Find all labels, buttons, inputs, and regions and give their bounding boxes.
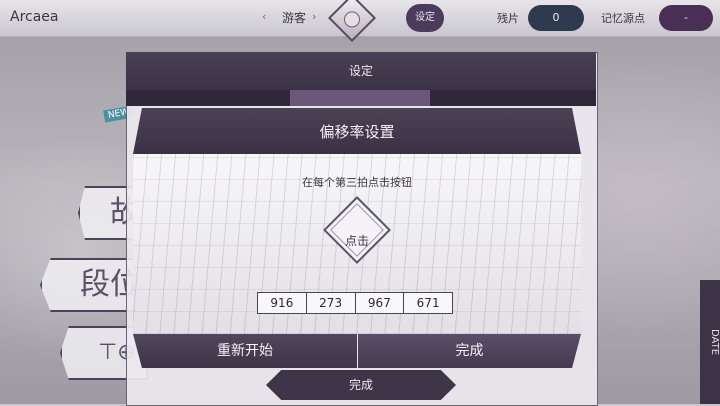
memory-label: 记忆源点 [601,12,645,25]
restart-button[interactable]: 重新开始 [133,334,357,368]
settings-button[interactable]: 设定 [406,4,444,32]
tap-button-label[interactable]: 点击 [329,232,385,249]
app-brand: Arcaea [10,9,59,25]
offset-dialog-title: 偏移率设置 [319,123,395,141]
done-button[interactable]: 完成 [358,334,581,368]
settings-done-button[interactable]: 完成 [266,370,456,400]
user-name[interactable]: 游客 [282,9,306,26]
settings-tab-active[interactable] [290,90,430,106]
prev-arrow-icon[interactable]: ‹ [262,10,266,23]
offset-reading: 671 [416,296,440,310]
next-arrow-icon[interactable]: › [312,10,316,23]
offset-reading: 967 [356,293,405,313]
shards-label: 残片 [497,12,519,25]
offset-reading: 273 [307,293,356,313]
memory-counter[interactable]: - [659,5,713,31]
avatar[interactable] [327,0,377,43]
offset-readings: 916 273 967 671 [257,292,453,314]
offset-dialog: 偏移率设置 在每个第三拍点击按钮 点击 916 273 967 671 重新开始… [133,108,581,368]
offset-instruction: 在每个第三拍点击按钮 [302,176,412,189]
top-bar: Arcaea ‹ 游客 › 设定 残片 0 记忆源点 - [0,0,720,43]
settings-title: 设定 [348,64,373,78]
update-banner[interactable]: DATE [700,280,720,404]
offset-reading: 916 [258,293,307,313]
shards-counter[interactable]: 0 [528,5,584,31]
